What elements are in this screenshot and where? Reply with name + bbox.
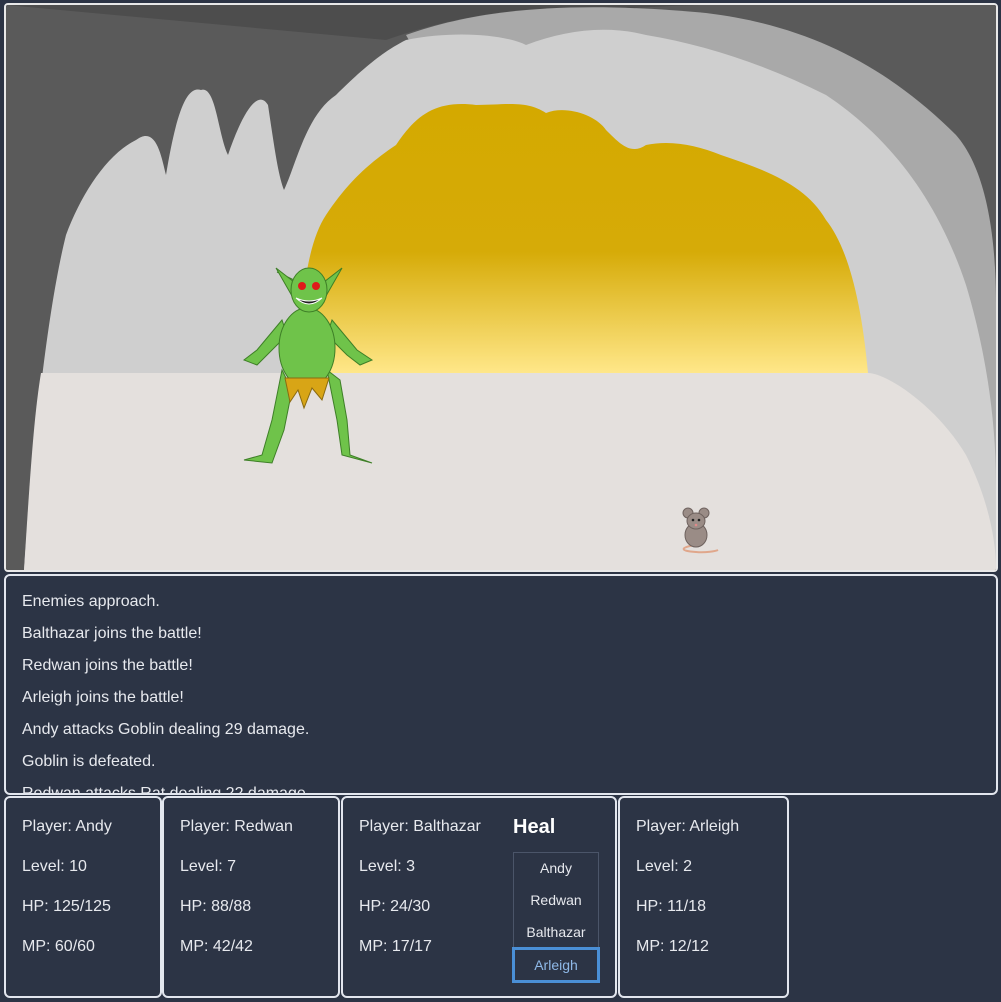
battle-scene: [4, 3, 998, 572]
heal-target-andy[interactable]: Andy: [514, 853, 598, 883]
player-name: Player: Andy: [22, 818, 112, 835]
log-entry: Enemies approach.: [22, 593, 160, 610]
heal-target-redwan[interactable]: Redwan: [514, 885, 598, 915]
player-card-balthazar[interactable]: Player: Balthazar Level: 3 HP: 24/30 MP:…: [341, 796, 617, 998]
goblin-enemy[interactable]: [232, 260, 382, 470]
log-entry: Redwan attacks Rat dealing 22 damage.: [22, 785, 311, 795]
log-entry: Andy attacks Goblin dealing 29 damage.: [22, 721, 310, 738]
player-mp: MP: 17/17: [359, 938, 432, 955]
player-level: Level: 3: [359, 858, 416, 875]
player-mp: MP: 60/60: [22, 938, 95, 955]
log-entry: Arleigh joins the battle!: [22, 689, 184, 706]
player-level: Level: 10: [22, 858, 87, 875]
heal-target-arleigh[interactable]: Arleigh: [512, 947, 600, 983]
log-entry: Balthazar joins the battle!: [22, 625, 202, 642]
player-hp: HP: 88/88: [180, 898, 252, 915]
log-entry: Redwan joins the battle!: [22, 657, 193, 674]
battle-log: Enemies approach. Balthazar joins the ba…: [4, 574, 998, 795]
log-entry: Goblin is defeated.: [22, 753, 156, 770]
rat-enemy[interactable]: [676, 505, 726, 555]
player-mp: MP: 12/12: [636, 938, 709, 955]
player-mp: MP: 42/42: [180, 938, 253, 955]
heal-menu-title: Heal: [513, 816, 556, 838]
player-name: Player: Arleigh: [636, 818, 740, 835]
player-level: Level: 7: [180, 858, 237, 875]
player-hp: HP: 11/18: [636, 898, 706, 915]
player-card-arleigh[interactable]: Player: Arleigh Level: 2 HP: 11/18 MP: 1…: [618, 796, 789, 998]
heal-target-balthazar[interactable]: Balthazar: [514, 917, 598, 947]
player-hp: HP: 125/125: [22, 898, 111, 915]
player-card-andy[interactable]: Player: Andy Level: 10 HP: 125/125 MP: 6…: [4, 796, 162, 998]
player-hp: HP: 24/30: [359, 898, 431, 915]
cave-background: [6, 5, 996, 570]
player-card-redwan[interactable]: Player: Redwan Level: 7 HP: 88/88 MP: 42…: [162, 796, 340, 998]
player-name: Player: Redwan: [180, 818, 293, 835]
player-name: Player: Balthazar: [359, 818, 481, 835]
player-level: Level: 2: [636, 858, 693, 875]
heal-target-list[interactable]: Andy Redwan Balthazar Arleigh: [512, 852, 600, 983]
